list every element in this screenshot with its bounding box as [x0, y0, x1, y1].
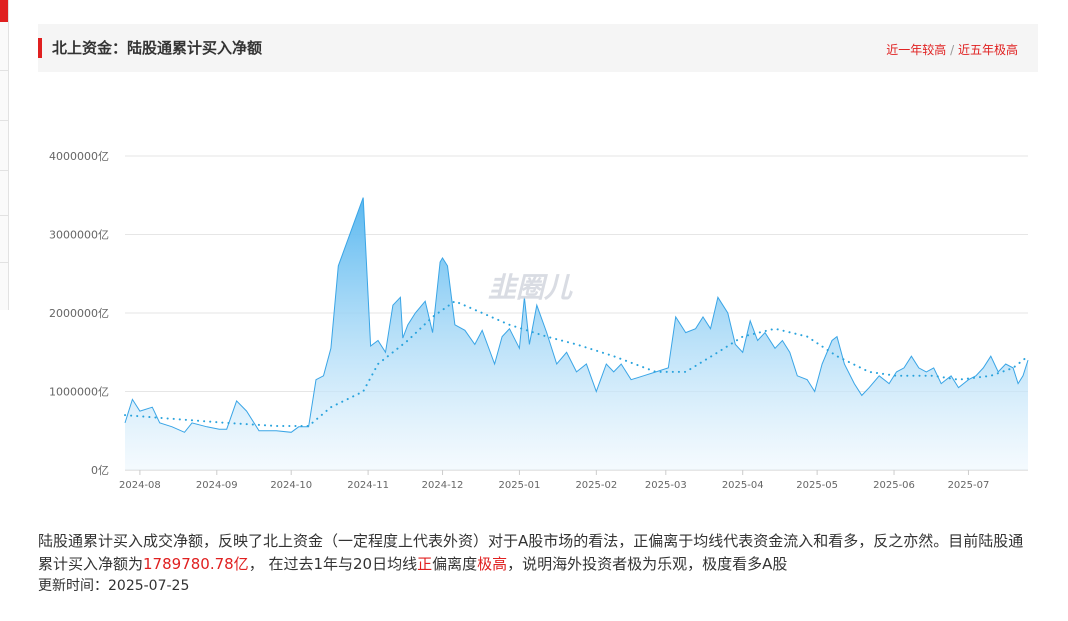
- rail-active-tab[interactable]: [0, 0, 8, 22]
- y-tick-label: 0亿: [91, 464, 109, 477]
- x-tick-label: 2024-08: [119, 480, 161, 491]
- net-buy-area: [125, 197, 1028, 470]
- x-tick-label: 2025-02: [575, 480, 617, 491]
- y-tick-label: 2000000亿: [49, 307, 109, 320]
- x-tick-label: 2024-12: [422, 480, 464, 491]
- x-tick-label: 2024-11: [347, 480, 389, 491]
- y-tick-label: 3000000亿: [49, 229, 109, 242]
- level-5y-link[interactable]: 近五年极高: [958, 43, 1018, 57]
- x-tick-label: 2024-09: [196, 480, 238, 491]
- deviation-level: 极高: [477, 555, 508, 573]
- watermark: 韭圈儿: [488, 271, 573, 304]
- deviation-direction: 正: [417, 555, 433, 573]
- desc-part2: ， 在过去1年与20日均线: [248, 555, 418, 573]
- desc-part3: 偏离度: [432, 555, 478, 573]
- x-tick-label: 2025-06: [873, 480, 915, 491]
- x-tick-label: 2025-03: [645, 480, 687, 491]
- x-tick-label: 2025-05: [796, 480, 838, 491]
- rail-divider: [0, 70, 8, 71]
- title-accent-bar: [38, 38, 42, 58]
- desc-part4: ，说明海外投资者极为乐观，极度看多A股: [507, 555, 788, 573]
- level-separator: /: [946, 43, 958, 57]
- x-tick-label: 2025-04: [722, 480, 764, 491]
- current-value: 1789780.78亿: [143, 555, 249, 573]
- chart-description: 陆股通累计买入成交净额，反映了北上资金（一定程度上代表外资）对于A股市场的看法，…: [38, 530, 1028, 576]
- page-title: 北上资金：陆股通累计买入净额: [52, 39, 263, 57]
- y-tick-label: 1000000亿: [49, 386, 109, 399]
- chart-header: 北上资金：陆股通累计买入净额 近一年较高 / 近五年极高: [38, 24, 1038, 72]
- x-tick-label: 2025-01: [499, 480, 541, 491]
- update-time: 更新时间：2025-07-25: [38, 578, 190, 594]
- net-buy-area-chart: 0亿 1000000亿 2000000亿 3000000亿 4000000亿 2024-…: [49, 150, 1029, 491]
- level-1y-link[interactable]: 近一年较高: [886, 43, 946, 57]
- level-indicators: 近一年较高 / 近五年极高: [886, 41, 1018, 58]
- rail-divider: [0, 120, 8, 121]
- watermark-text: 韭圈儿: [488, 271, 573, 304]
- x-tick-label: 2024-10: [270, 480, 312, 491]
- y-tick-label: 4000000亿: [49, 150, 109, 163]
- x-tick-label: 2025-07: [948, 480, 990, 491]
